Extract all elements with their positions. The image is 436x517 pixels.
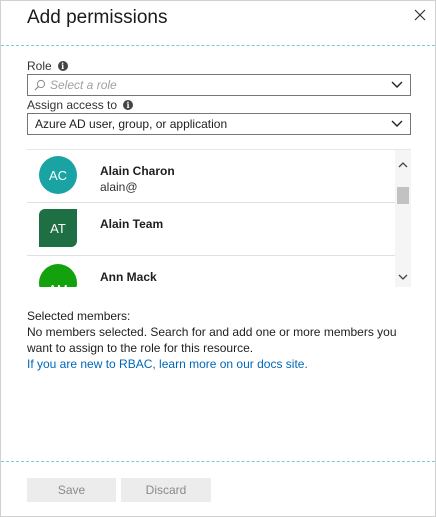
chevron-up-icon: [398, 162, 408, 168]
chevron-down-icon: [398, 274, 408, 280]
page-title: Add permissions: [27, 7, 168, 28]
member-email: alain@: [100, 180, 138, 194]
avatar: AT: [39, 209, 77, 247]
info-icon[interactable]: i: [57, 61, 68, 71]
selected-members-message: No members selected. Search for and add …: [27, 325, 397, 355]
list-item[interactable]: AM Ann Mack: [27, 256, 395, 287]
list-item[interactable]: AC Alain Charon alain@: [27, 150, 395, 203]
list-scrollbar[interactable]: [395, 150, 411, 287]
info-icon[interactable]: i: [123, 100, 134, 110]
rbac-docs-link[interactable]: If you are new to RBAC, learn more on ou…: [27, 356, 417, 372]
assign-label: Assign access to i: [27, 98, 134, 112]
member-list-items: AC Alain Charon alain@ AT Alain Team AM …: [27, 150, 395, 287]
selected-members-heading: Selected members:: [27, 309, 131, 323]
member-name: Ann Mack: [100, 270, 157, 284]
role-label: Role i: [27, 59, 68, 73]
add-permissions-blade: Add permissions Role i Select a role Ass…: [0, 0, 436, 517]
role-label-text: Role: [27, 59, 52, 73]
chevron-down-icon: [391, 81, 403, 88]
footer-divider: [1, 461, 435, 462]
save-button[interactable]: Save: [27, 478, 116, 502]
role-select[interactable]: Select a role: [27, 74, 411, 96]
member-list: AC Alain Charon alain@ AT Alain Team AM …: [27, 149, 411, 287]
selected-members-section: Selected members: No members selected. S…: [27, 308, 417, 372]
header-divider: [1, 45, 435, 46]
member-name: Alain Charon: [100, 164, 175, 178]
scroll-up-button[interactable]: [395, 158, 411, 172]
chevron-down-icon: [391, 120, 403, 127]
close-button[interactable]: [411, 6, 429, 24]
scroll-down-button[interactable]: [395, 270, 411, 284]
member-name: Alain Team: [100, 217, 164, 231]
assign-label-text: Assign access to: [27, 98, 118, 112]
scrollbar-thumb[interactable]: [397, 187, 409, 204]
blade-header: Add permissions: [1, 1, 435, 47]
assign-value: Azure AD user, group, or application: [35, 117, 228, 131]
assign-select[interactable]: Azure AD user, group, or application: [27, 113, 411, 135]
role-placeholder: Select a role: [50, 78, 117, 92]
close-icon: [414, 9, 426, 21]
avatar: AM: [39, 264, 77, 287]
discard-button[interactable]: Discard: [121, 478, 211, 502]
avatar: AC: [39, 156, 77, 194]
list-item[interactable]: AT Alain Team: [27, 203, 395, 256]
search-icon: [34, 79, 46, 91]
